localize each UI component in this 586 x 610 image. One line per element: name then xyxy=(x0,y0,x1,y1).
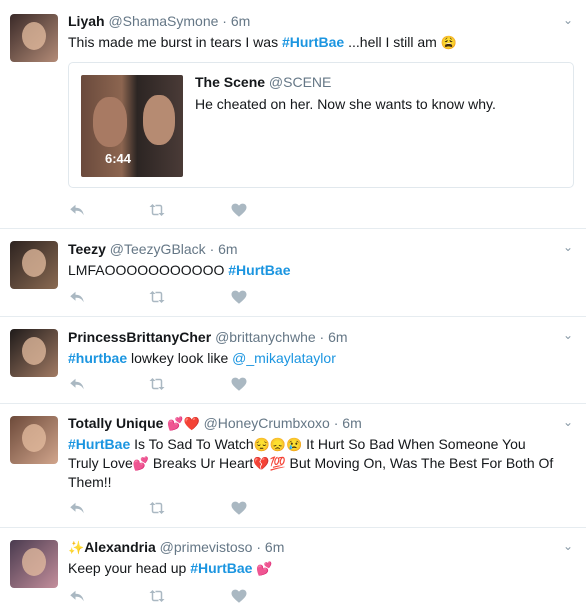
timestamp[interactable]: 6m xyxy=(265,539,284,555)
text-segment: It Hurt So Bad When Someone You xyxy=(302,436,526,452)
hashtag-link[interactable]: #HurtBae xyxy=(68,436,130,452)
text-segment: Is To Sad To Watch xyxy=(130,436,254,452)
separator: · xyxy=(333,415,339,431)
heart-icon[interactable] xyxy=(230,587,248,605)
display-name[interactable]: Totally Unique xyxy=(68,415,163,431)
mention-link[interactable]: @_mikaylataylor xyxy=(232,350,336,366)
user-handle[interactable]: @ShamaSymone xyxy=(108,13,218,29)
separator: · xyxy=(209,241,215,257)
display-name[interactable]: PrincessBrittanyCher xyxy=(68,329,211,345)
two-hearts-emoji: 💕 xyxy=(256,561,273,576)
text-segment: ...hell I still am xyxy=(344,34,441,50)
user-handle[interactable]: @HoneyCrumbxoxo xyxy=(204,415,330,431)
retweet-icon[interactable] xyxy=(148,375,166,393)
text-segment: Breaks Ur Heart xyxy=(149,455,254,471)
tweet[interactable]: ⌄ Liyah @ShamaSymone · 6m This made me b… xyxy=(0,0,586,229)
user-handle[interactable]: @brittanychwhe xyxy=(215,329,316,345)
separator: · xyxy=(256,539,262,555)
tweet[interactable]: ⌄ ✨Alexandria @primevistoso · 6m Keep yo… xyxy=(0,528,586,610)
broken-heart-hundred-emojis: 💔💯 xyxy=(253,456,286,471)
heart-icon[interactable] xyxy=(230,499,248,517)
separator: · xyxy=(222,13,227,29)
two-hearts-emoji: 💕 xyxy=(132,456,150,471)
card-text: He cheated on her. Now she wants to know… xyxy=(195,96,496,112)
weary-face-emoji: 😩 xyxy=(440,35,457,50)
hashtag-link[interactable]: #hurtbae xyxy=(68,350,127,366)
tweet-text: #hurtbae lowkey look like @_mikaylataylo… xyxy=(68,349,572,368)
card-display-name: The Scene xyxy=(195,74,266,90)
tweet-text: This made me burst in tears I was #HurtB… xyxy=(68,33,572,52)
tweet-text: Keep your head up #HurtBae 💕 xyxy=(68,559,572,578)
timestamp[interactable]: 6m xyxy=(342,415,361,431)
card-user-handle: @SCENE xyxy=(268,74,332,90)
separator: · xyxy=(319,329,325,345)
avatar[interactable] xyxy=(10,14,58,62)
avatar[interactable] xyxy=(10,416,58,464)
display-name[interactable]: Liyah xyxy=(68,13,105,29)
reply-icon[interactable] xyxy=(68,288,86,306)
user-handle[interactable]: @primevistoso xyxy=(160,539,253,555)
retweet-icon[interactable] xyxy=(148,587,166,605)
reply-icon[interactable] xyxy=(68,587,86,605)
reply-icon[interactable] xyxy=(68,499,86,517)
timestamp[interactable]: 6m xyxy=(328,329,347,345)
retweet-icon[interactable] xyxy=(148,499,166,517)
video-duration: 6:44 xyxy=(105,151,132,166)
thumbnail-person xyxy=(143,95,175,145)
timeline: ⌄ Liyah @ShamaSymone · 6m This made me b… xyxy=(0,0,586,610)
text-segment: lowkey look like xyxy=(127,350,233,366)
avatar[interactable] xyxy=(10,329,58,377)
quoted-video-card[interactable]: 6:44 The Scene @SCENE He cheated on her.… xyxy=(68,62,574,188)
text-segment: Keep your head up xyxy=(68,560,191,576)
text-segment: But Moving On, Was The Best For Both Of xyxy=(285,455,554,471)
sad-face-emojis: 😔😞😢 xyxy=(253,437,303,452)
tweet[interactable]: ⌄ Teezy @TeezyGBlack · 6m LMFAOOOOOOOOOO… xyxy=(0,229,586,317)
video-thumbnail[interactable]: 6:44 xyxy=(81,75,183,177)
display-name[interactable]: Alexandria xyxy=(84,539,156,555)
sparkles-emoji: ✨ xyxy=(68,540,85,555)
display-name[interactable]: Teezy xyxy=(68,241,106,257)
text-segment: This made me burst in tears I was xyxy=(68,34,282,50)
hashtag-link[interactable]: #HurtBae xyxy=(228,262,290,278)
heart-icon[interactable] xyxy=(230,375,248,393)
tweet[interactable]: ⌄ PrincessBrittanyCher @brittanychwhe · … xyxy=(0,317,586,404)
avatar[interactable] xyxy=(10,540,58,588)
text-segment: Truly Love xyxy=(68,455,133,471)
text-line: #HurtBae Is To Sad To Watch😔😞😢 It Hurt S… xyxy=(68,435,572,454)
timestamp[interactable]: 6m xyxy=(231,13,250,29)
tweet-text: LMFAOOOOOOOOOOO #HurtBae xyxy=(68,261,572,280)
tweet-text: #HurtBae Is To Sad To Watch😔😞😢 It Hurt S… xyxy=(68,435,572,492)
thumbnail-person xyxy=(93,97,127,147)
hashtag-link[interactable]: #HurtBae xyxy=(190,560,252,576)
heart-emojis: 💕❤️ xyxy=(167,416,200,431)
tweet[interactable]: ⌄ Totally Unique 💕❤️ @HoneyCrumbxoxo · 6… xyxy=(0,404,586,528)
reply-icon[interactable] xyxy=(68,375,86,393)
user-handle[interactable]: @TeezyGBlack xyxy=(110,241,206,257)
retweet-icon[interactable] xyxy=(148,288,166,306)
text-line: Truly Love💕 Breaks Ur Heart💔💯 But Moving… xyxy=(68,454,572,473)
reply-icon[interactable] xyxy=(68,201,86,219)
hashtag-link[interactable]: #HurtBae xyxy=(282,34,344,50)
heart-icon[interactable] xyxy=(230,201,248,219)
heart-icon[interactable] xyxy=(230,288,248,306)
retweet-icon[interactable] xyxy=(148,201,166,219)
text-line: Them!! xyxy=(68,474,112,490)
timestamp[interactable]: 6m xyxy=(218,241,237,257)
avatar[interactable] xyxy=(10,241,58,289)
text-segment: LMFAOOOOOOOOOOO xyxy=(68,262,229,278)
